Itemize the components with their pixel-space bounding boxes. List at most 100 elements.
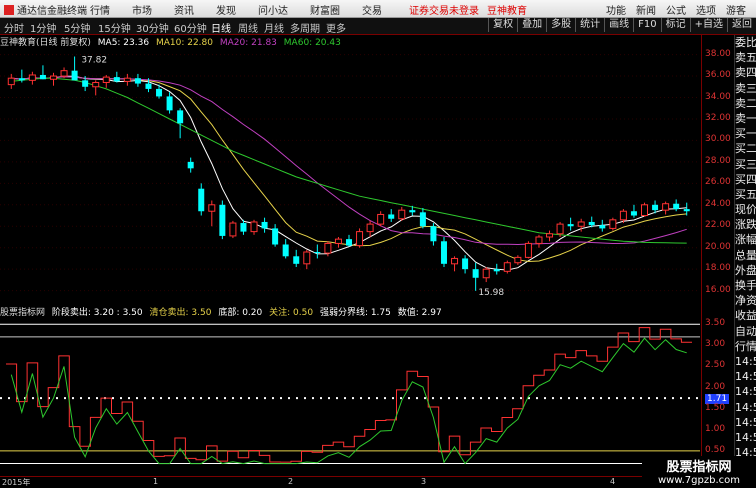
period-more[interactable]: 更多 bbox=[326, 20, 346, 35]
price-tick-label: 38.00 bbox=[705, 48, 731, 59]
period-toolbar: 分时 1分钟 5分钟 15分钟 30分钟 60分钟 日线 周线 月线 多周期 更… bbox=[0, 18, 756, 35]
menu-jiaoyi[interactable]: 交易 bbox=[362, 6, 382, 17]
candle bbox=[514, 255, 522, 265]
side-label: 买二 bbox=[735, 142, 756, 156]
candle-body bbox=[673, 203, 680, 210]
candle bbox=[293, 249, 300, 268]
period-day[interactable]: 日线 bbox=[211, 20, 231, 35]
candle-body bbox=[334, 238, 342, 244]
date-label-2: 2 bbox=[288, 477, 294, 486]
candle-body bbox=[366, 223, 374, 233]
high-price-label: 37.82 bbox=[81, 56, 107, 66]
side-label: 卖三 bbox=[735, 81, 756, 95]
period-15min[interactable]: 15分钟 bbox=[98, 20, 131, 35]
candle bbox=[546, 230, 554, 242]
btn-biaoji[interactable]: 标记 bbox=[660, 18, 690, 32]
candle bbox=[7, 73, 15, 89]
period-60min[interactable]: 60分钟 bbox=[174, 20, 207, 35]
side-label: 委比 bbox=[735, 36, 756, 49]
menu-youke[interactable]: 游客 bbox=[726, 6, 746, 17]
menu-gongshi[interactable]: 公式 bbox=[666, 6, 686, 17]
app-logo-icon bbox=[4, 5, 14, 15]
menu-caifuquan[interactable]: 财富圈 bbox=[310, 6, 340, 17]
candle bbox=[198, 183, 205, 216]
menu-xinwen[interactable]: 新闻 bbox=[636, 6, 656, 17]
candle bbox=[123, 73, 131, 86]
candle-body bbox=[7, 77, 15, 86]
sub-indicator-chart[interactable] bbox=[0, 316, 700, 476]
date-label-year: 2015年 bbox=[2, 478, 31, 487]
side-label: 净资 bbox=[735, 294, 756, 308]
btn-tongji[interactable]: 统计 bbox=[575, 18, 604, 32]
candle-body bbox=[92, 81, 100, 88]
candle bbox=[303, 249, 311, 270]
candle-body bbox=[630, 211, 637, 216]
candle bbox=[388, 209, 395, 222]
btn-huaxian[interactable]: 画线 bbox=[604, 18, 633, 32]
menu-shichang[interactable]: 市场 bbox=[132, 6, 152, 17]
candle-body bbox=[535, 236, 543, 244]
candle-body bbox=[588, 221, 595, 226]
candle-body bbox=[49, 75, 57, 80]
period-multi[interactable]: 多周期 bbox=[290, 20, 320, 35]
btn-f10[interactable]: F10 bbox=[633, 18, 660, 32]
period-fenshi[interactable]: 分时 bbox=[4, 20, 24, 35]
candle bbox=[187, 157, 194, 173]
quote-side-panel: 委比 卖五 卖四 卖三 卖二 卖一 买一 买二 买三 买四 买五 现价 涨跌 涨幅 总量 外盘 换手 净资 收益 自动… bbox=[734, 35, 756, 487]
candle-body bbox=[102, 76, 110, 83]
period-month[interactable]: 月线 bbox=[264, 20, 284, 35]
side-label: 卖二 bbox=[735, 96, 756, 110]
price-tick-label: 18.00 bbox=[705, 263, 731, 274]
menu-gongneng[interactable]: 功能 bbox=[606, 6, 626, 17]
sub-tick-label: 1.00 bbox=[705, 423, 726, 434]
side-label: 买五 bbox=[735, 187, 756, 201]
candle bbox=[49, 72, 57, 86]
menu-xuanxiang[interactable]: 选项 bbox=[696, 6, 716, 17]
candle-body bbox=[219, 204, 226, 236]
period-5min[interactable]: 5分钟 bbox=[64, 20, 90, 35]
side-label: 14:50 bbox=[735, 354, 756, 368]
candle bbox=[208, 200, 216, 227]
menu-faxian[interactable]: 发现 bbox=[216, 6, 236, 17]
side-label: 收益 bbox=[735, 309, 756, 323]
candle-body bbox=[18, 78, 25, 81]
side-label: 买一 bbox=[735, 127, 756, 141]
price-tick-label: 34.00 bbox=[705, 91, 731, 102]
app-title: 通达信金融终端 bbox=[4, 2, 87, 17]
price-tick-label: 20.00 bbox=[705, 241, 731, 252]
candle bbox=[430, 223, 437, 246]
price-tick-label: 26.00 bbox=[705, 177, 731, 188]
candle-body bbox=[524, 242, 532, 258]
ma10-line bbox=[11, 76, 687, 263]
candle-body bbox=[166, 96, 173, 111]
period-1min[interactable]: 1分钟 bbox=[30, 20, 56, 35]
period-week[interactable]: 周线 bbox=[238, 20, 258, 35]
candle-body bbox=[567, 224, 574, 227]
candle-body bbox=[145, 83, 152, 89]
watermark: 股票指标网 www.7gpzb.com bbox=[642, 456, 756, 487]
candle bbox=[229, 220, 237, 239]
login-warning[interactable]: 证券交易未登录 bbox=[409, 2, 479, 17]
candle bbox=[630, 204, 637, 218]
candle-body bbox=[356, 231, 364, 247]
candle-body bbox=[314, 252, 321, 254]
kline-chart[interactable]: 37.82 15.98 bbox=[0, 42, 700, 300]
candle bbox=[28, 71, 36, 85]
menu-hangqing[interactable]: 行情 bbox=[90, 6, 110, 17]
period-30min[interactable]: 30分钟 bbox=[136, 20, 169, 35]
btn-duogu[interactable]: 多股 bbox=[546, 18, 575, 32]
candle-body bbox=[482, 268, 490, 279]
candle bbox=[419, 208, 426, 229]
candle-body bbox=[451, 257, 459, 265]
btn-fanhui[interactable]: 返回 bbox=[727, 18, 756, 32]
candle bbox=[662, 201, 670, 215]
btn-fuquan[interactable]: 复权 bbox=[488, 18, 517, 32]
sub-tick-label: 1.50 bbox=[705, 402, 726, 413]
candle bbox=[71, 56, 78, 81]
btn-zixuan[interactable]: +自选 bbox=[689, 18, 727, 32]
menu-wenxiaoda[interactable]: 问小达 bbox=[258, 6, 288, 17]
btn-diejia[interactable]: 叠加 bbox=[517, 18, 546, 32]
price-tick-label: 22.00 bbox=[705, 220, 731, 231]
menu-zixun[interactable]: 资讯 bbox=[174, 6, 194, 17]
side-label: 14:50 bbox=[735, 400, 756, 414]
